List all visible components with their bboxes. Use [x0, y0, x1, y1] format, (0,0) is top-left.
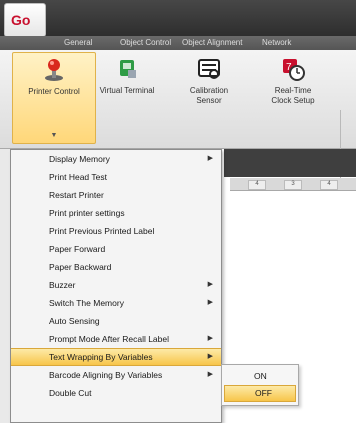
virtual-terminal-icon	[120, 60, 136, 78]
menu-item-buzzer[interactable]: Buzzer ▶	[11, 276, 221, 294]
menu-item-label: Print Previous Printed Label	[49, 226, 155, 236]
menu-item-label: Paper Backward	[49, 262, 112, 272]
submenu-arrow-icon: ▶	[207, 371, 213, 378]
menu-item-label: Print Head Test	[49, 172, 107, 182]
title-bar: Go	[0, 0, 356, 37]
menu-item-label: Print printer settings	[49, 208, 125, 218]
menu-item-label: Double Cut	[49, 388, 92, 398]
submenu-item-on[interactable]: ON	[222, 368, 298, 385]
calibration-sensor-icon	[198, 59, 220, 79]
calibration-sensor-button[interactable]: Calibration Sensor	[186, 52, 232, 142]
real-time-clock-label: Real-Time Clock Setup	[271, 86, 315, 105]
virtual-terminal-label: Virtual Terminal	[99, 86, 155, 95]
submenu-arrow-icon: ▶	[207, 353, 213, 360]
menu-item-display-memory[interactable]: Display Memory ▶	[11, 150, 221, 168]
real-time-clock-icon: 7	[283, 59, 305, 81]
menu-item-print-printer-settings[interactable]: Print printer settings	[11, 204, 221, 222]
menu-item-print-head-test[interactable]: Print Head Test	[11, 168, 221, 186]
canvas-header	[224, 149, 356, 177]
ruler-tick: 4	[320, 180, 338, 190]
menu-item-label: Barcode Aligning By Variables	[49, 370, 163, 380]
printer-control-icon	[45, 59, 63, 81]
chevron-down-icon: ▼	[50, 132, 58, 139]
text-wrapping-submenu: ON OFF	[221, 364, 299, 406]
submenu-item-off[interactable]: OFF	[224, 385, 296, 402]
menu-item-prompt-mode[interactable]: Prompt Mode After Recall Label ▶	[11, 330, 221, 348]
printer-control-button[interactable]: Printer Control ▼	[12, 52, 96, 144]
real-time-clock-button[interactable]: 7 Real-Time Clock Setup	[264, 52, 322, 142]
menu-item-switch-memory[interactable]: Switch The Memory ▶	[11, 294, 221, 312]
ruler-tick: 4	[248, 180, 266, 190]
menu-item-label: Display Memory	[49, 154, 110, 164]
virtual-terminal-button[interactable]: Virtual Terminal	[98, 52, 156, 142]
menu-item-label: Buzzer	[49, 280, 76, 290]
menu-item-label: Restart Printer	[49, 190, 104, 200]
submenu-arrow-icon: ▶	[207, 299, 213, 306]
submenu-arrow-icon: ▶	[207, 335, 213, 342]
printer-control-menu: Display Memory ▶ Print Head Test Restart …	[10, 149, 222, 423]
menu-item-label: Paper Forward	[49, 244, 106, 254]
app-logo[interactable]: Go	[4, 3, 46, 37]
menu-item-auto-sensing[interactable]: Auto Sensing	[11, 312, 221, 330]
submenu-arrow-icon: ▶	[207, 281, 213, 288]
printer-control-label: Printer Control	[28, 87, 80, 96]
submenu-arrow-icon: ▶	[207, 155, 213, 162]
ribbon-tab-row: General Object Control Object Alignment …	[0, 36, 356, 50]
menu-item-barcode-aligning[interactable]: Barcode Aligning By Variables ▶	[11, 366, 221, 384]
menu-item-print-previous-label[interactable]: Print Previous Printed Label	[11, 222, 221, 240]
menu-item-label: Switch The Memory	[49, 298, 124, 308]
menu-item-restart-printer[interactable]: Restart Printer	[11, 186, 221, 204]
menu-item-label: Auto Sensing	[49, 316, 100, 326]
ribbon: Printer Control ▼ Virtual Terminal Calib…	[0, 50, 356, 190]
tab-network[interactable]: Network	[262, 36, 291, 50]
menu-item-text-wrapping[interactable]: Text Wrapping By Variables ▶	[11, 348, 221, 366]
calibration-sensor-label: Calibration Sensor	[189, 86, 229, 105]
ruler-tick: 3	[284, 180, 302, 190]
tab-general[interactable]: General	[64, 36, 92, 50]
ruler-bar: 4 3 4	[230, 178, 356, 191]
menu-item-paper-backward[interactable]: Paper Backward	[11, 258, 221, 276]
menu-item-paper-forward[interactable]: Paper Forward	[11, 240, 221, 258]
tab-object-control[interactable]: Object Control	[120, 36, 171, 50]
menu-item-label: Prompt Mode After Recall Label	[49, 334, 170, 344]
menu-item-double-cut[interactable]: Double Cut	[11, 384, 221, 402]
tab-object-alignment[interactable]: Object Alignment	[182, 36, 242, 50]
menu-item-label: Text Wrapping By Variables	[49, 352, 153, 362]
